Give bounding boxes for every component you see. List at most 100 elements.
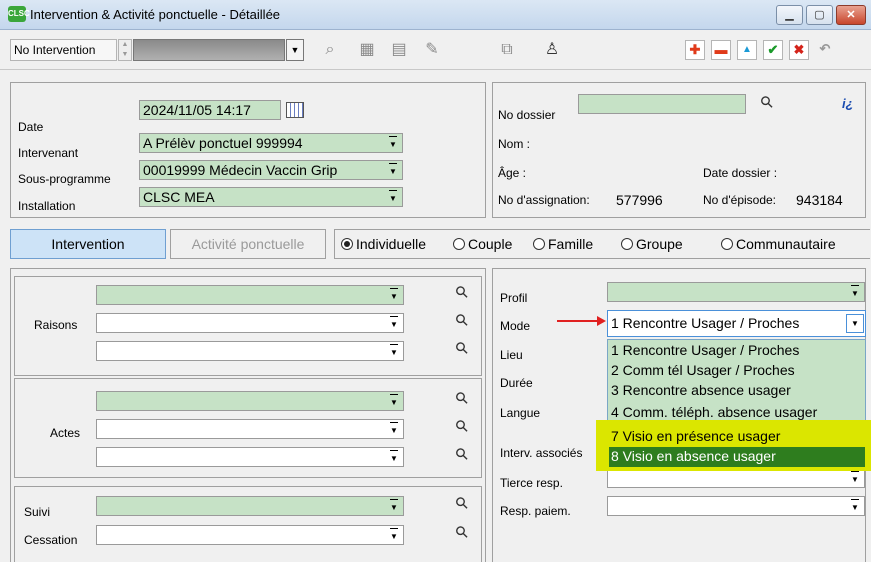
tab-intervention[interactable]: Intervention xyxy=(10,229,166,259)
minus-icon: ▬ xyxy=(714,42,728,57)
radio-individuelle[interactable]: Individuelle xyxy=(341,236,426,252)
chevron-down-icon xyxy=(386,316,402,332)
copy-button[interactable]: ⧉ xyxy=(495,38,519,62)
resp-paiem-select[interactable] xyxy=(607,496,865,516)
acte-2-search-icon[interactable] xyxy=(452,417,474,439)
episode-label: No d'épisode: xyxy=(703,193,777,207)
acte-3-search-icon[interactable] xyxy=(452,445,474,467)
chevron-down-icon xyxy=(386,344,402,360)
chevron-down-icon xyxy=(385,136,401,152)
minimize-button[interactable]: ▁ xyxy=(776,5,803,25)
acte-1-search-icon[interactable] xyxy=(452,389,474,411)
intervention-dropdown-button[interactable]: ▼ xyxy=(286,39,304,61)
mode-option[interactable]: 4 Comm. téléph. absence usager xyxy=(611,404,817,420)
acte-2-select[interactable] xyxy=(96,419,404,439)
chevron-down-icon xyxy=(386,499,402,515)
actes-label: Actes xyxy=(50,426,81,440)
list-button[interactable]: ▤ xyxy=(387,38,411,62)
undo-icon: ↶ xyxy=(819,41,831,56)
chevron-down-icon xyxy=(386,288,402,304)
chevron-down-icon xyxy=(386,422,402,438)
intervenant-select[interactable]: A Prélèv ponctuel 999994 xyxy=(139,133,403,153)
close-icon: ✕ xyxy=(846,9,856,21)
acte-3-select[interactable] xyxy=(96,447,404,467)
radio-famille[interactable]: Famille xyxy=(533,236,593,252)
interv-associes-label: Interv. associés xyxy=(500,446,583,460)
raison-1-search-icon[interactable] xyxy=(452,283,474,305)
chevron-down-icon xyxy=(386,394,402,410)
radio-couple[interactable]: Couple xyxy=(453,236,512,252)
installation-select[interactable]: CLSC MEA xyxy=(139,187,403,207)
mode-option-selected[interactable]: 8 Visio en absence usager xyxy=(611,448,776,464)
chevron-down-icon xyxy=(847,285,863,301)
date-label: Date xyxy=(18,120,44,134)
calculator-button[interactable]: ▦ xyxy=(355,38,379,62)
dossier-search-icon[interactable] xyxy=(757,93,779,115)
search-button[interactable]: ⌕ xyxy=(318,38,342,62)
check-icon: ✔ xyxy=(767,42,779,57)
maximize-icon: ▢ xyxy=(814,9,825,21)
intervention-select[interactable] xyxy=(133,39,285,61)
maximize-button[interactable]: ▢ xyxy=(806,5,833,25)
mode-select[interactable]: 1 Rencontre Usager / Proches ▼ xyxy=(607,310,866,337)
tierce-resp-select[interactable] xyxy=(607,468,865,488)
radio-icon xyxy=(721,238,733,250)
intervention-label: No Intervention xyxy=(14,43,96,57)
tab-activite-ponctuelle[interactable]: Activité ponctuelle xyxy=(170,229,326,259)
minimize-icon: ▁ xyxy=(785,9,794,21)
info-icon[interactable]: i¿ xyxy=(842,96,862,116)
duree-label: Durée xyxy=(500,376,533,390)
cessation-select[interactable] xyxy=(96,525,404,545)
sousprogramme-select[interactable]: 00019999 Médecin Vaccin Grip xyxy=(139,160,403,180)
radio-icon xyxy=(453,238,465,250)
dossier-field[interactable] xyxy=(578,94,746,114)
suivi-select[interactable] xyxy=(96,496,404,516)
age-label: Âge : xyxy=(498,166,527,180)
window-title: Intervention & Activité ponctuelle - Dét… xyxy=(30,7,281,22)
mode-option[interactable]: 3 Rencontre absence usager xyxy=(611,382,791,398)
raison-2-select[interactable] xyxy=(96,313,404,333)
chevron-down-icon xyxy=(847,471,863,487)
mode-option[interactable]: 1 Rencontre Usager / Proches xyxy=(611,342,799,358)
raison-1-select[interactable] xyxy=(96,285,404,305)
edit-button[interactable]: ✎ xyxy=(420,38,444,62)
radio-communautaire[interactable]: Communautaire xyxy=(721,236,836,252)
mode-label: Mode xyxy=(500,319,531,333)
date-field[interactable]: 2024/11/05 14:17 xyxy=(139,100,281,120)
assignation-label: No d'assignation: xyxy=(498,193,590,207)
move-up-button[interactable]: ▲ xyxy=(737,40,757,60)
add-button[interactable]: ✚ xyxy=(685,40,705,60)
edit-icon: ✎ xyxy=(425,41,439,58)
copy-icon: ⧉ xyxy=(501,41,513,58)
plus-icon: ✚ xyxy=(689,42,701,57)
remove-button[interactable]: ▬ xyxy=(711,40,731,60)
date-dossier-label: Date dossier : xyxy=(703,166,778,180)
suivi-search-icon[interactable] xyxy=(452,494,474,516)
chevron-down-icon xyxy=(385,163,401,179)
raison-2-search-icon[interactable] xyxy=(452,311,474,333)
close-button[interactable]: ✕ xyxy=(836,5,866,25)
suivi-label: Suivi xyxy=(24,505,51,519)
chevron-down-icon xyxy=(386,528,402,544)
users-icon: ♙ xyxy=(544,41,560,58)
chevron-down-icon[interactable]: ▼ xyxy=(846,314,864,333)
cancel-button[interactable]: ✖ xyxy=(789,40,809,60)
assignation-value: 577996 xyxy=(616,192,663,208)
profil-select[interactable] xyxy=(607,282,865,302)
type-radio-group: Individuelle Couple Famille Groupe Commu… xyxy=(334,229,870,259)
radio-groupe[interactable]: Groupe xyxy=(621,236,683,252)
undo-button[interactable]: ↶ xyxy=(815,40,835,60)
mode-option[interactable]: 7 Visio en présence usager xyxy=(611,428,780,444)
mode-option[interactable]: 2 Comm tél Usager / Proches xyxy=(611,362,795,378)
acte-1-select[interactable] xyxy=(96,391,404,411)
nom-label: Nom : xyxy=(498,137,531,151)
cessation-search-icon[interactable] xyxy=(452,523,474,545)
raison-3-select[interactable] xyxy=(96,341,404,361)
confirm-button[interactable]: ✔ xyxy=(763,40,783,60)
users-button[interactable]: ♙ xyxy=(540,38,564,62)
raison-3-search-icon[interactable] xyxy=(452,339,474,361)
list-icon: ▤ xyxy=(391,41,407,58)
calendar-icon[interactable] xyxy=(286,102,304,118)
profil-label: Profil xyxy=(500,291,528,305)
intervention-spinner[interactable]: ▲ ▼ xyxy=(118,39,132,61)
